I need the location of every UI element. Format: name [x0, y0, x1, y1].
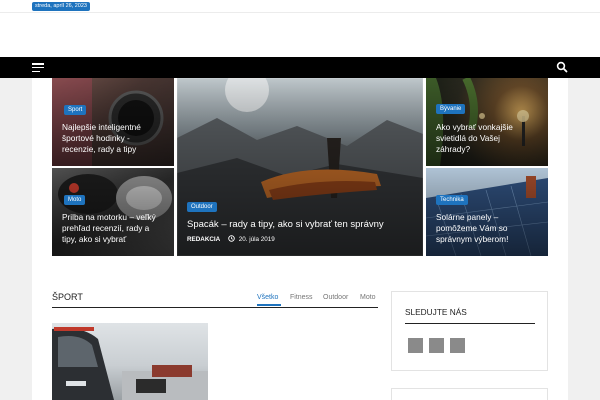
featured-post-sport[interactable]: Sport Najlepšie inteligentné športové ho… — [52, 78, 174, 166]
instagram-icon[interactable] — [450, 338, 465, 353]
article-thumbnail[interactable] — [52, 323, 208, 400]
category-badge[interactable]: Bývanie — [436, 104, 466, 114]
featured-post-technika[interactable]: Technika Solárne panely – pomôžeme Vám s… — [426, 168, 548, 256]
post-title[interactable]: Ako vybrať vonkajšie svietidlá do Vašej … — [436, 122, 546, 155]
search-icon[interactable] — [556, 61, 568, 73]
widget-title: SLEDUJTE NÁS — [405, 307, 467, 317]
hamburger-icon[interactable] — [32, 63, 44, 73]
tab-outdoor[interactable]: Outdoor — [323, 293, 348, 302]
post-date: 20. júla 2019 — [238, 236, 275, 243]
post-meta: REDAKCIA 20. júla 2019 — [187, 235, 275, 244]
tab-vsetko[interactable]: Všetko — [257, 293, 278, 302]
post-title[interactable]: Prilba na motorku – veľký prehľad recenz… — [62, 212, 172, 245]
featured-post-moto[interactable]: Moto Prilba na motorku – veľký prehľad r… — [52, 168, 174, 256]
featured-post-outdoor[interactable]: Outdoor Spacák – rady a tipy, ako si vyb… — [177, 78, 423, 256]
post-author[interactable]: REDAKCIA — [187, 236, 220, 243]
facebook-icon[interactable] — [408, 338, 423, 353]
post-title[interactable]: Spacák – rady a tipy, ako si vybrať ten … — [187, 219, 417, 231]
section-title: ŠPORT — [52, 292, 83, 302]
site-header — [0, 13, 600, 57]
clock-icon — [228, 235, 235, 242]
featured-post-byvanie[interactable]: Bývanie Ako vybrať vonkajšie svietidlá d… — [426, 78, 548, 166]
post-title[interactable]: Solárne panely – pomôžeme Vám so správny… — [436, 212, 546, 245]
category-badge[interactable]: Technika — [436, 195, 468, 205]
category-badge[interactable]: Sport — [64, 105, 87, 115]
widget-divider — [405, 323, 535, 324]
sidebar-widget — [391, 388, 548, 400]
top-bar: streda, apríl 26, 2023 — [0, 0, 600, 13]
category-badge[interactable]: Moto — [64, 195, 86, 205]
twitter-icon[interactable] — [429, 338, 444, 353]
date-badge: streda, apríl 26, 2023 — [32, 2, 90, 11]
tab-moto[interactable]: Moto — [360, 293, 376, 302]
tab-fitness[interactable]: Fitness — [290, 293, 313, 302]
section-divider — [52, 307, 378, 308]
car-image — [52, 327, 208, 400]
follow-us-widget: SLEDUJTE NÁS — [391, 291, 548, 371]
main-navbar — [0, 57, 600, 78]
post-title[interactable]: Najlepšie inteligentné športové hodinky … — [62, 122, 172, 155]
category-badge[interactable]: Outdoor — [187, 202, 217, 212]
active-tab-indicator — [257, 304, 281, 306]
